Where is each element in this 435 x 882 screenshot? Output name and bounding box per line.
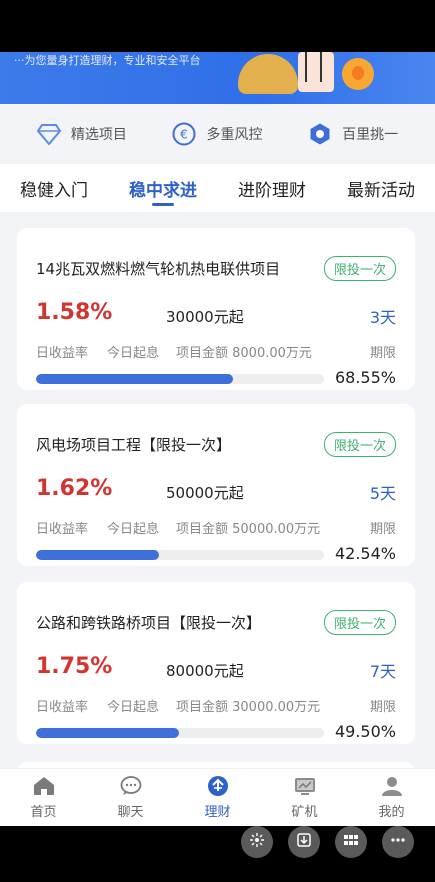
term-label: 期限: [369, 346, 396, 361]
daily-rate-label: 日收益率: [36, 522, 89, 537]
feature-risk-control: € 多重风控: [172, 122, 262, 146]
term-value: 5天: [369, 484, 396, 503]
min-amount: 50000元起: [166, 484, 244, 502]
nav-label: 首页: [30, 805, 57, 820]
tab-beginner[interactable]: 稳健入门: [20, 164, 88, 212]
term-value: 7天: [369, 662, 396, 681]
daily-rate-value: 1.62%: [36, 476, 113, 501]
min-amount: 30000元起: [166, 308, 244, 326]
term-label: 期限: [369, 522, 396, 537]
home-icon: [32, 775, 56, 797]
profile-icon: [380, 775, 404, 797]
nav-chat[interactable]: 聊天: [101, 775, 161, 820]
nav-finance[interactable]: 理财: [188, 775, 248, 820]
project-amount: 项目金额 8000.00万元: [176, 346, 312, 361]
tab-latest-events[interactable]: 最新活动: [347, 164, 415, 212]
system-bottom-bar: [0, 826, 435, 882]
nav-profile[interactable]: 我的: [362, 775, 422, 820]
feature-label: 多重风控: [206, 127, 263, 143]
more-button[interactable]: [382, 826, 414, 858]
progress-fill: [36, 728, 179, 738]
download-icon: [296, 832, 312, 852]
funding-percent: 42.54%: [334, 544, 396, 563]
product-title: 公路和跨铁路桥项目【限投一次】: [36, 614, 262, 632]
min-amount: 80000元起: [166, 662, 244, 680]
tab-steady-progress[interactable]: 稳中求进: [129, 164, 197, 212]
product-card[interactable]: 14兆瓦双燃料燃气轮机热电联供项目 限投一次 1.58% 30000元起 3天 …: [17, 228, 415, 390]
hexagon-icon: [308, 122, 332, 146]
daily-rate-label: 日收益率: [36, 700, 89, 715]
download-button[interactable]: [288, 826, 320, 858]
nav-label: 理财: [204, 805, 231, 820]
interest-start-label: 今日起息: [107, 700, 160, 715]
bottom-navigation: 首页 聊天 理财 矿机 我的: [0, 768, 435, 826]
product-title: 14兆瓦双燃料燃气轮机热电联供项目: [36, 260, 281, 278]
nav-label: 我的: [378, 805, 405, 820]
interest-start-label: 今日起息: [107, 346, 160, 361]
svg-text:€: €: [181, 128, 189, 142]
banner-illustration-leg: [305, 52, 307, 82]
chat-icon: [119, 775, 143, 797]
product-list: 14兆瓦双燃料燃气轮机热电联供项目 限投一次 1.58% 30000元起 3天 …: [0, 212, 435, 768]
diamond-icon: [36, 122, 61, 146]
project-amount: 项目金额 30000.00万元: [176, 700, 321, 715]
limit-badge: 限投一次: [323, 610, 396, 635]
funding-progress-bar: [36, 728, 324, 738]
funding-progress-bar: [36, 374, 324, 384]
promo-banner[interactable]: ···为您量身打造理财，专业和安全平台: [0, 52, 435, 104]
feature-strip: 精选项目 € 多重风控 百里挑一: [0, 104, 435, 164]
product-card[interactable]: 公路和跨铁路桥项目【限投一次】 限投一次 1.75% 80000元起 7天 日收…: [17, 582, 415, 744]
share-button[interactable]: [241, 826, 273, 858]
banner-illustration-figure: [298, 52, 334, 92]
nav-label: 聊天: [117, 805, 144, 820]
banner-illustration-dome: [238, 54, 298, 94]
term-value: 3天: [369, 308, 396, 327]
feature-one-in-hundred: 百里挑一: [308, 122, 398, 146]
feature-label: 百里挑一: [342, 127, 399, 143]
limit-badge: 限投一次: [323, 256, 396, 281]
grid-icon: [343, 832, 359, 852]
funding-percent: 49.50%: [334, 722, 396, 741]
daily-rate-value: 1.75%: [36, 654, 113, 679]
miner-icon: [293, 775, 317, 797]
limit-badge: 限投一次: [323, 432, 396, 457]
term-label: 期限: [369, 700, 396, 715]
grid-button[interactable]: [335, 826, 367, 858]
daily-rate-value: 1.58%: [36, 300, 113, 325]
project-amount: 项目金额 50000.00万元: [176, 522, 321, 537]
banner-illustration-leg: [320, 52, 322, 82]
interest-start-label: 今日起息: [107, 522, 160, 537]
coin-inner-icon: [352, 66, 364, 80]
feature-selected-projects: 精选项目: [36, 122, 127, 146]
more-icon: [390, 832, 406, 852]
category-tabs: 稳健入门 稳中求进 进阶理财 最新活动: [0, 164, 435, 212]
daily-rate-label: 日收益率: [36, 346, 89, 361]
nav-miner[interactable]: 矿机: [275, 775, 335, 820]
product-card[interactable]: 风电场项目工程【限投一次】 限投一次 1.62% 50000元起 5天 日收益率…: [17, 404, 415, 566]
euro-shield-icon: €: [172, 122, 196, 146]
share-icon: [249, 832, 265, 852]
nav-label: 矿机: [291, 805, 318, 820]
nav-home[interactable]: 首页: [14, 775, 74, 820]
product-title: 风电场项目工程【限投一次】: [36, 436, 232, 454]
funding-percent: 68.55%: [334, 368, 396, 387]
status-bar: [0, 0, 435, 52]
banner-text: ···为您量身打造理财，专业和安全平台: [14, 54, 201, 67]
finance-icon: [206, 775, 230, 797]
progress-fill: [36, 374, 234, 384]
feature-label: 精选项目: [70, 127, 127, 143]
progress-fill: [36, 550, 159, 560]
funding-progress-bar: [36, 550, 324, 560]
tab-advanced[interactable]: 进阶理财: [238, 164, 306, 212]
